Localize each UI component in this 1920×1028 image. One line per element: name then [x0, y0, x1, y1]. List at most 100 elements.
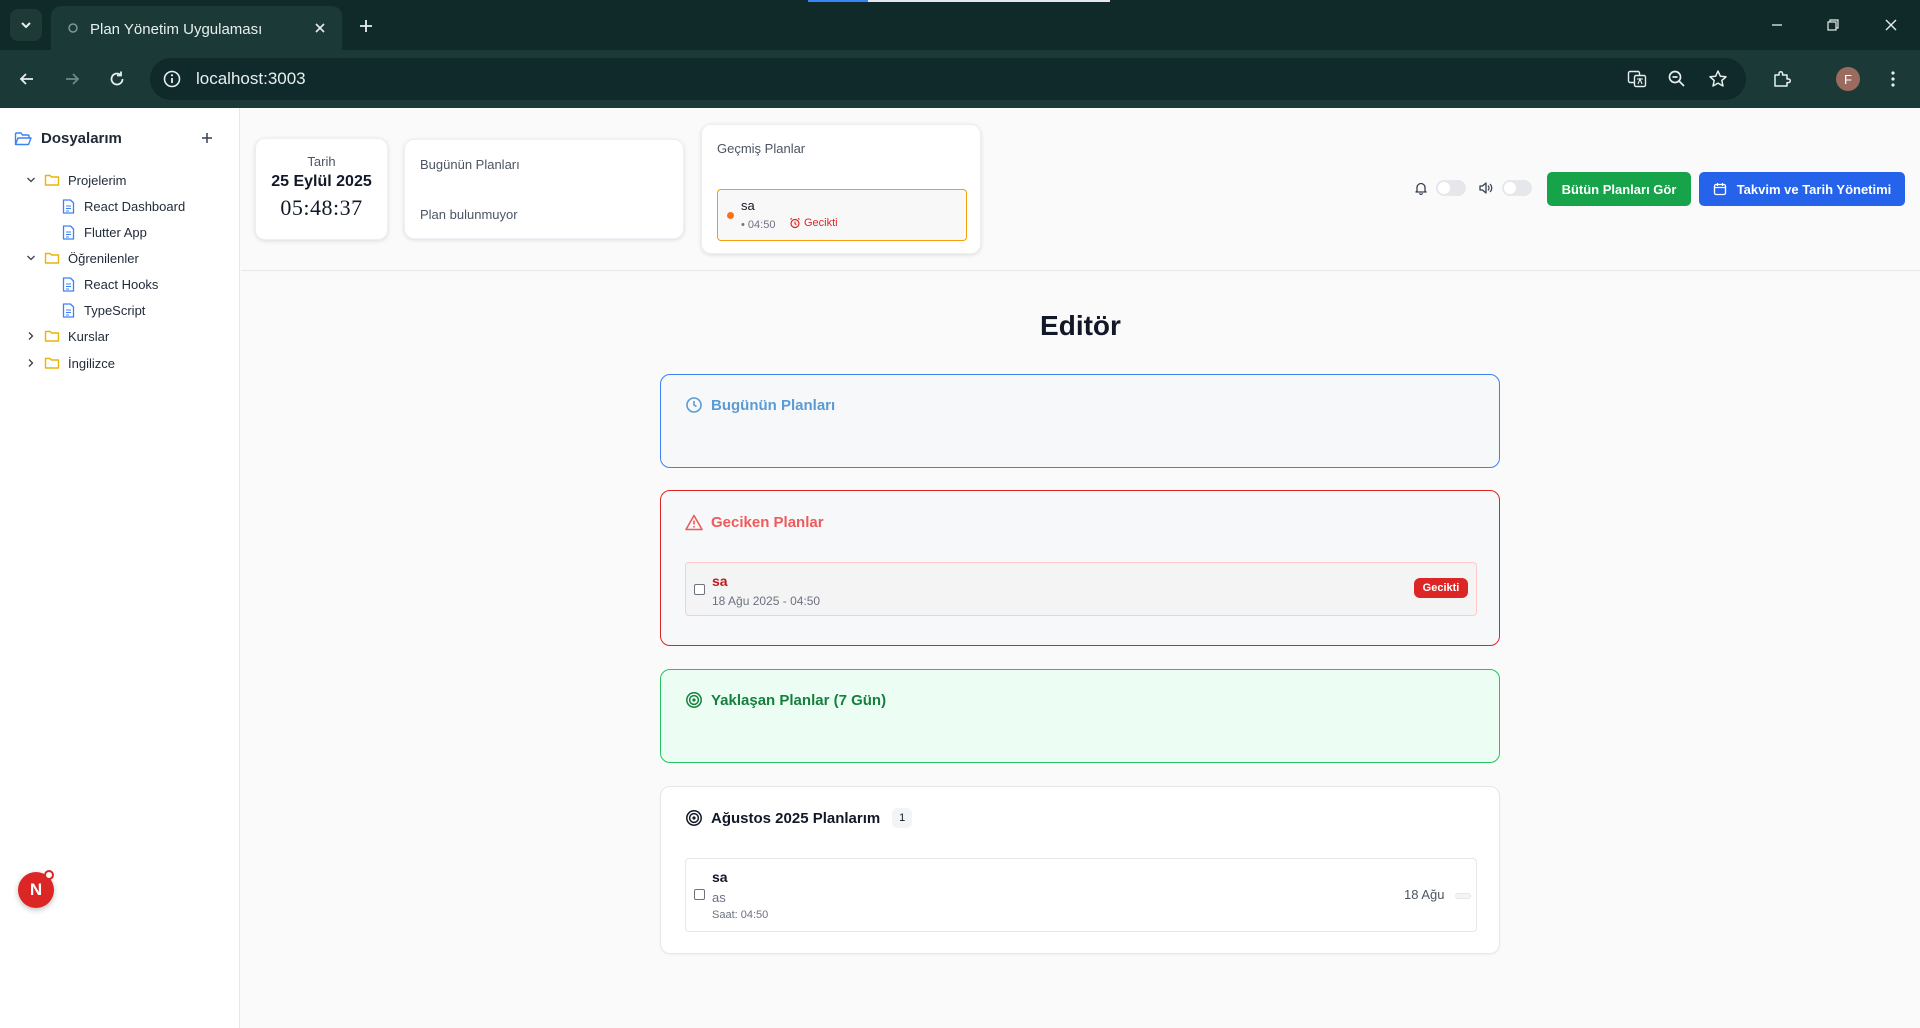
tree-label: React Hooks — [84, 276, 159, 292]
chevron-down-icon — [21, 22, 31, 29]
bookmark-button[interactable] — [1707, 68, 1729, 90]
upcoming-panel-title: Yaklaşan Planlar (7 Gün) — [711, 691, 887, 709]
plus-icon — [360, 20, 372, 32]
month-plan-time: Saat: 04:50 — [712, 909, 769, 921]
close-tab-button[interactable] — [310, 18, 330, 38]
notification-toggle-group — [1414, 180, 1466, 196]
month-plan-item[interactable]: sa as Saat: 04:50 18 Ağu — [685, 858, 1477, 932]
folder-icon — [44, 250, 60, 266]
browser-toolbar: localhost:3003 F — [0, 50, 1920, 108]
tree-label: Öğrenilenler — [68, 250, 139, 266]
browser-tabbar: Plan Yönetim Uygulaması — [0, 0, 1920, 50]
late-plan-name: sa — [712, 573, 728, 589]
month-plan-description: as — [712, 890, 726, 905]
late-panel-title: Geciken Planlar — [711, 514, 824, 531]
tree-folder-projelerim[interactable]: Projelerim — [24, 169, 127, 191]
clock-icon — [686, 397, 702, 413]
new-tab-button[interactable] — [354, 14, 378, 38]
loading-bar-fill — [808, 0, 868, 2]
today-plans-panel: Bugünün Planları — [660, 374, 1500, 468]
tree-folder-kurslar[interactable]: Kurslar — [24, 325, 109, 347]
past-plan-time: • 04:50 — [741, 219, 776, 231]
extensions-button[interactable] — [1767, 64, 1797, 94]
tab-title: Plan Yönetim Uygulaması — [90, 21, 263, 38]
forward-button[interactable] — [57, 64, 87, 94]
tree-file-typescript[interactable]: TypeScript — [60, 299, 145, 321]
puzzle-icon — [1774, 70, 1792, 87]
current-time: 05:48:37 — [280, 195, 363, 220]
month-panel-header: Ağustos 2025 Planlarım 1 — [685, 808, 913, 828]
month-plan-checkbox[interactable] — [694, 889, 705, 900]
chevron-right-icon[interactable] — [24, 356, 38, 370]
past-plan-status: Gecikti — [789, 217, 838, 229]
notification-toggle[interactable] — [1436, 180, 1466, 196]
address-bar[interactable]: localhost:3003 — [150, 58, 1746, 100]
browser-tab[interactable]: Plan Yönetim Uygulaması — [51, 6, 342, 50]
profile-avatar[interactable]: F — [1836, 67, 1860, 91]
upcoming-plans-panel: Yaklaşan Planlar (7 Gün) — [660, 669, 1500, 763]
today-panel-title: Bugünün Planları — [711, 396, 836, 414]
tree-file-react-hooks[interactable]: React Hooks — [60, 273, 158, 295]
tree-folder-ingilizce[interactable]: İngilizce — [24, 352, 115, 374]
chevron-down-icon[interactable] — [24, 173, 38, 187]
sidebar-title: Dosyalarım — [41, 130, 122, 147]
calendar-button-label: Takvim ve Tarih Yönetimi — [1736, 181, 1892, 197]
translate-button[interactable] — [1626, 68, 1648, 90]
zoom-button[interactable] — [1666, 68, 1688, 90]
arrow-right-icon — [66, 73, 80, 85]
tab-search-button[interactable] — [10, 9, 42, 41]
speaker-icon — [1479, 182, 1493, 194]
past-plan-item[interactable]: sa • 04:50 Gecikti — [717, 189, 967, 241]
today-plans-card: Bugünün Planları Plan bulunmuyor — [404, 139, 684, 239]
tree-label: Kurslar — [68, 328, 110, 344]
restore-button[interactable] — [1820, 12, 1846, 38]
today-empty-text: Plan bulunmuyor — [420, 207, 518, 222]
close-window-button[interactable] — [1878, 12, 1904, 38]
back-button[interactable] — [12, 64, 42, 94]
zoom-out-icon — [1668, 70, 1685, 87]
main-content: Tarih 25 Eylül 2025 05:48:37 Bugünün Pla… — [241, 108, 1920, 1028]
reload-button[interactable] — [102, 64, 132, 94]
dev-tools-indicator — [44, 870, 54, 880]
late-plan-item[interactable]: sa 18 Ağu 2025 - 04:50 Gecikti — [685, 562, 1477, 616]
month-panel-title: Ağustos 2025 Planlarım — [711, 809, 881, 827]
past-plan-status-label: Gecikti — [804, 217, 838, 229]
add-file-button[interactable] — [198, 129, 216, 147]
alarm-clock-icon — [790, 217, 800, 229]
favicon-icon — [68, 23, 78, 33]
view-all-plans-button[interactable]: Bütün Planları Gör — [1547, 172, 1691, 206]
chevron-right-icon[interactable] — [24, 329, 38, 343]
close-icon — [1885, 19, 1897, 31]
tree-folder-ogrenilenler[interactable]: Öğrenilenler — [24, 247, 139, 269]
past-plan-name: sa — [741, 198, 755, 213]
star-icon — [1709, 70, 1727, 87]
browser-menu-button[interactable] — [1878, 64, 1908, 94]
tree-file-flutter-app[interactable]: Flutter App — [60, 221, 147, 243]
calendar-icon — [1713, 183, 1726, 196]
folder-open-icon — [14, 131, 32, 145]
tree-label: TypeScript — [84, 302, 146, 318]
past-plans-card: Geçmiş Planlar sa • 04:50 Gecikti — [701, 124, 981, 254]
folder-icon — [44, 328, 60, 344]
close-icon — [315, 23, 325, 33]
bell-icon — [1415, 182, 1427, 195]
file-icon — [60, 224, 76, 240]
tree-file-react-dashboard[interactable]: React Dashboard — [60, 195, 185, 217]
file-icon — [60, 276, 76, 292]
calendar-management-button[interactable]: Takvim ve Tarih Yönetimi — [1699, 172, 1905, 206]
editor-title: Editör — [1040, 310, 1121, 341]
more-vertical-icon — [1891, 71, 1895, 87]
site-info-icon[interactable] — [162, 69, 182, 89]
plan-count-badge: 1 — [892, 808, 913, 828]
sound-toggle[interactable] — [1502, 180, 1532, 196]
late-plan-checkbox[interactable] — [694, 584, 705, 595]
target-icon — [686, 810, 702, 826]
chevron-down-icon[interactable] — [24, 251, 38, 265]
late-plans-panel: Geciken Planlar sa 18 Ağu 2025 - 04:50 G… — [660, 490, 1500, 646]
monthly-plans-panel: Ağustos 2025 Planlarım 1 sa as Saat: 04:… — [660, 786, 1500, 954]
today-card-title: Bugünün Planları — [420, 157, 520, 172]
minimize-button[interactable] — [1764, 12, 1790, 38]
minimize-icon — [1772, 24, 1782, 26]
past-card-title: Geçmiş Planlar — [717, 141, 806, 156]
restore-icon — [1827, 19, 1839, 31]
